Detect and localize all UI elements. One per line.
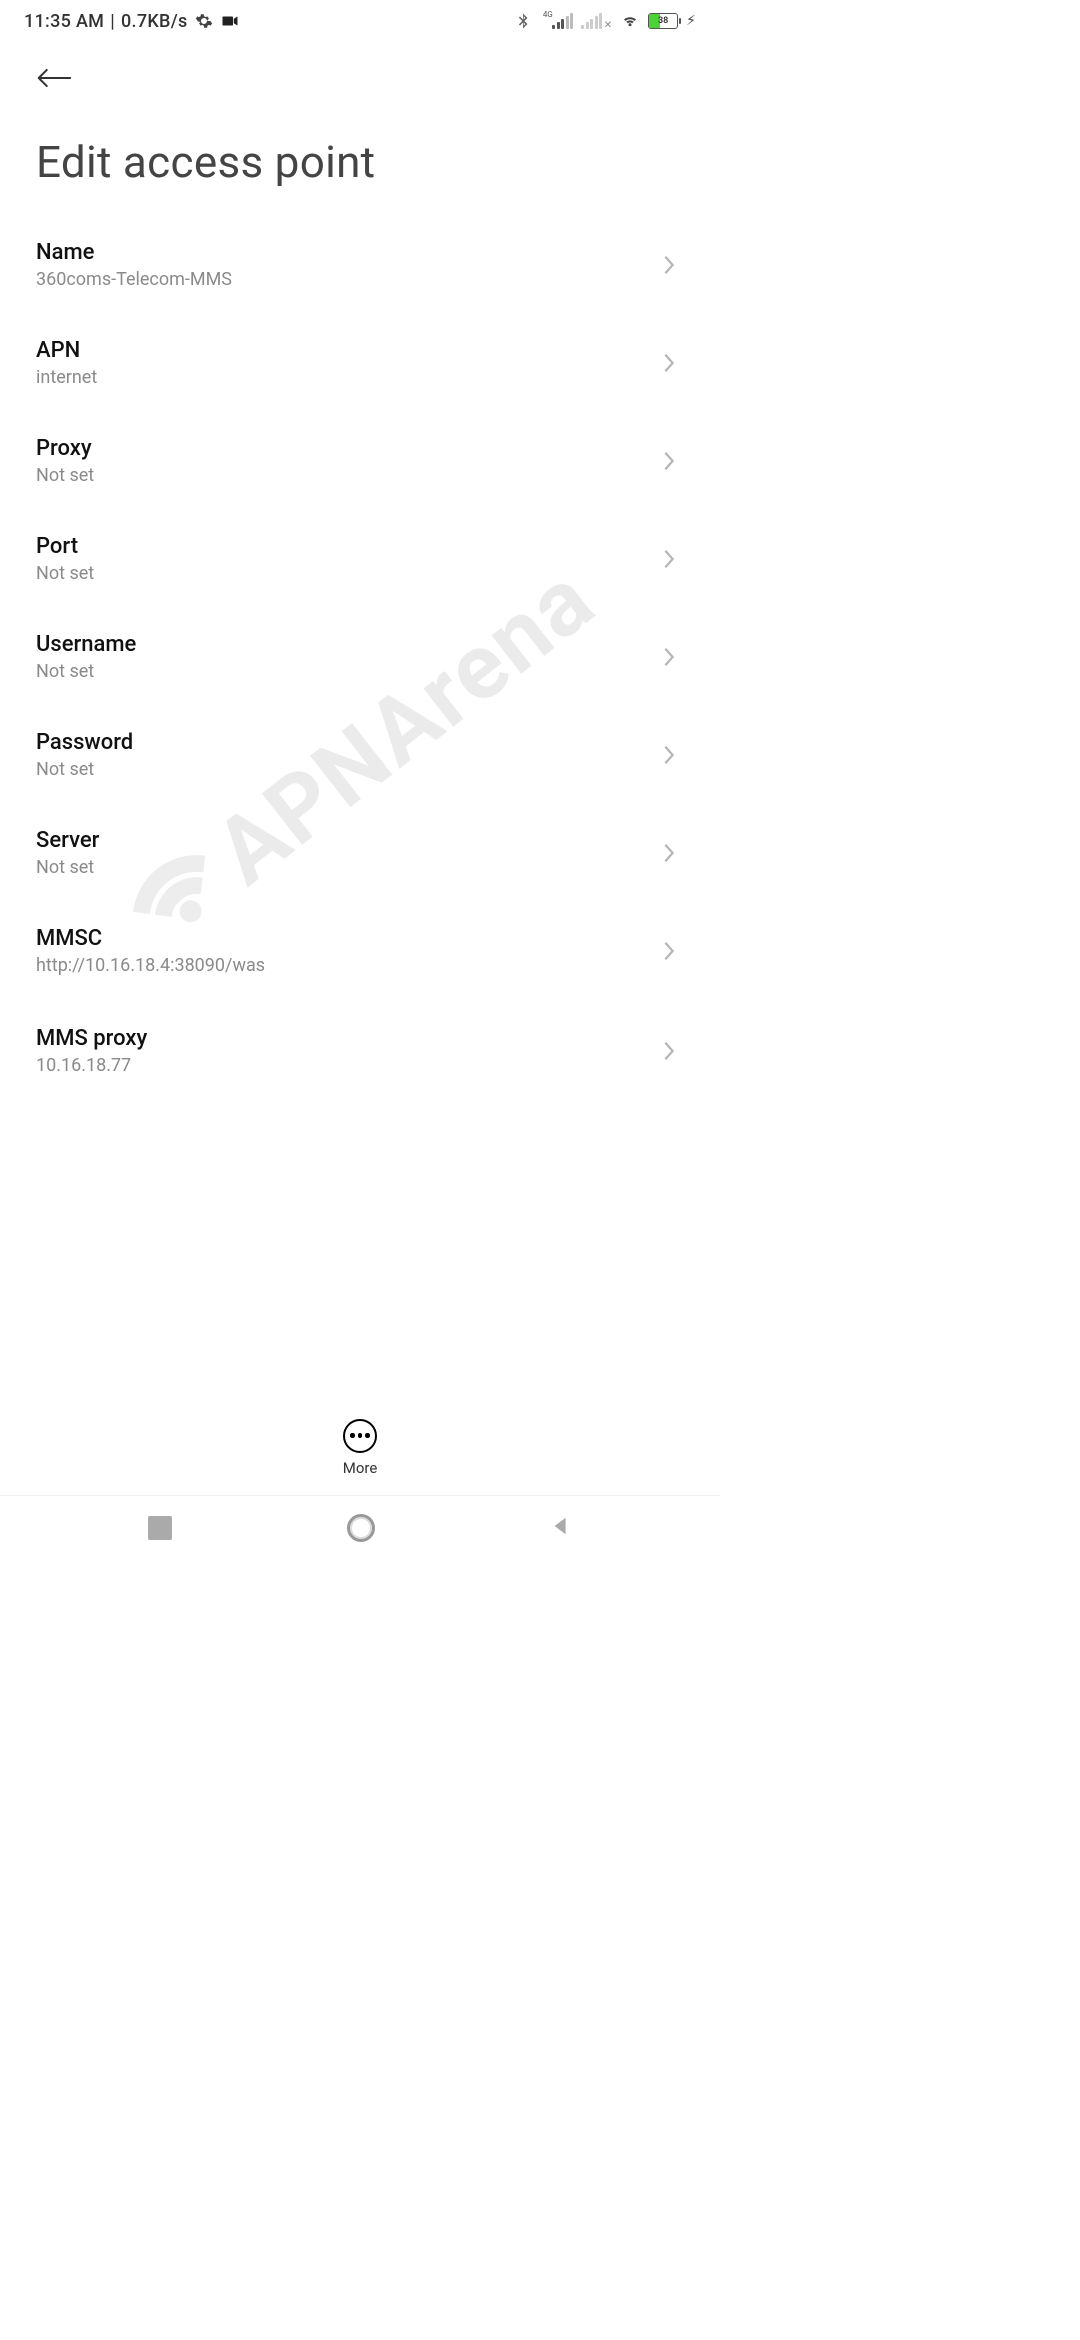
setting-labels: APN internet [36,338,662,388]
more-icon [343,1419,377,1453]
setting-labels: Name 360coms-Telecom-MMS [36,240,662,290]
chevron-right-icon [662,937,680,965]
status-left: 11:35 AM | 0.7KB/s [24,11,240,32]
app-bar [0,42,720,106]
charging-bolt-icon: ⚡︎ [686,13,696,29]
setting-label: APN [36,338,662,363]
setting-label: Password [36,730,662,755]
setting-value: http://10.16.18.4:38090/was [36,955,662,976]
setting-row-mms-proxy[interactable]: MMS proxy 10.16.18.77 [0,1000,720,1084]
bluetooth-icon [513,11,533,31]
status-separator: | [110,11,115,32]
setting-labels: Server Not set [36,828,662,878]
setting-labels: Proxy Not set [36,436,662,486]
setting-value: Not set [36,759,662,780]
setting-label: Server [36,828,662,853]
gear-icon [194,11,214,31]
battery-percent: 38 [649,16,677,26]
arrow-left-icon [36,65,72,95]
setting-row-port[interactable]: Port Not set [0,510,720,608]
page-title: Edit access point [0,106,720,216]
status-time: 11:35 AM [24,11,104,32]
setting-label: Name [36,240,662,265]
setting-value: internet [36,367,662,388]
setting-label: Username [36,632,662,657]
bottom-action-bar: More [0,1400,720,1496]
back-button[interactable] [36,62,80,98]
chevron-right-icon [662,545,680,573]
signal-sim1-icon: 4G [541,13,573,29]
chevron-right-icon [662,447,680,475]
setting-labels: Username Not set [36,632,662,682]
setting-row-name[interactable]: Name 360coms-Telecom-MMS [0,216,720,314]
signal-type-label: 4G [543,10,553,19]
chevron-right-icon [662,251,680,279]
nav-back-button[interactable] [550,1515,572,1541]
nav-home-button[interactable] [347,1514,375,1542]
setting-value: Not set [36,661,662,682]
status-bar: 11:35 AM | 0.7KB/s 4G ✕ [0,0,720,42]
status-net-speed: 0.7KB/s [121,11,188,32]
setting-row-mmsc[interactable]: MMSC http://10.16.18.4:38090/was [0,902,720,1000]
setting-label: Proxy [36,436,662,461]
setting-row-password[interactable]: Password Not set [0,706,720,804]
setting-label: MMS proxy [36,1026,662,1051]
setting-labels: Port Not set [36,534,662,584]
setting-value: 360coms-Telecom-MMS [36,269,662,290]
system-nav-bar [0,1496,720,1560]
status-right: 4G ✕ 38 ⚡︎ [513,11,696,31]
setting-row-apn[interactable]: APN internet [0,314,720,412]
setting-label: MMSC [36,926,662,951]
setting-labels: MMSC http://10.16.18.4:38090/was [36,926,662,976]
battery-icon: 38 [648,13,678,29]
setting-value: Not set [36,857,662,878]
signal-sim2-icon: ✕ [581,13,612,29]
setting-labels: MMS proxy 10.16.18.77 [36,1026,662,1076]
chevron-right-icon [662,643,680,671]
chevron-right-icon [662,839,680,867]
setting-value: Not set [36,563,662,584]
camera-icon [220,11,240,31]
setting-value: 10.16.18.77 [36,1055,662,1076]
setting-label: Port [36,534,662,559]
nav-recent-button[interactable] [148,1516,172,1540]
chevron-right-icon [662,349,680,377]
setting-row-server[interactable]: Server Not set [0,804,720,902]
more-button[interactable]: More [343,1419,378,1477]
settings-list[interactable]: APNArena Name 360coms-Telecom-MMS APN in… [0,216,720,1400]
chevron-right-icon [662,741,680,769]
wifi-icon [620,11,640,31]
setting-row-username[interactable]: Username Not set [0,608,720,706]
setting-labels: Password Not set [36,730,662,780]
more-label: More [343,1459,378,1477]
setting-row-proxy[interactable]: Proxy Not set [0,412,720,510]
setting-value: Not set [36,465,662,486]
chevron-right-icon [662,1037,680,1065]
